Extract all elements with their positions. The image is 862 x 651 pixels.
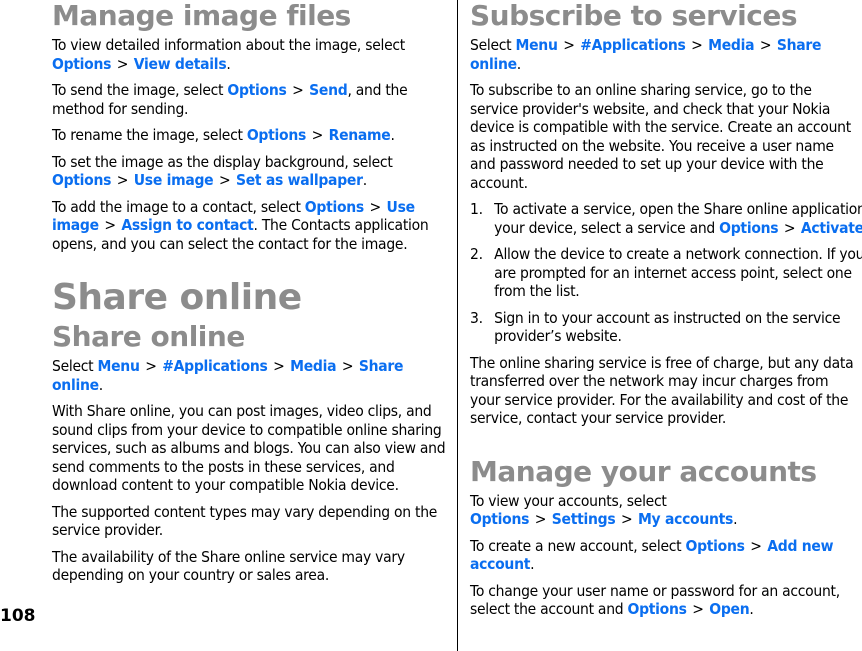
- paragraph: With Share online, you can post images, …: [52, 402, 446, 494]
- path-separator: >: [341, 357, 354, 375]
- steps-list: 1. To activate a service, open the Share …: [470, 200, 862, 346]
- path-separator: >: [783, 218, 796, 237]
- paragraph: To change your user name or password for…: [470, 581, 840, 619]
- menu-path-item: Rename: [328, 126, 391, 144]
- paragraph: Select Menu > #Applications > Media > Share on…: [470, 36, 822, 73]
- list-item: 3. Sign in to your account as instructed …: [470, 308, 841, 346]
- path-separator: >: [218, 171, 231, 189]
- path-separator: >: [620, 510, 633, 528]
- menu-path-item: Options: [227, 81, 287, 99]
- menu-path-item: Set as wallpaper: [235, 171, 363, 189]
- menu-path-item: Send: [309, 81, 348, 99]
- menu-path-item: Use image: [133, 171, 214, 189]
- menu-path-item: Media: [708, 36, 755, 54]
- paragraph: To send the image, select Options > Send, …: [52, 81, 408, 118]
- column-divider: [457, 0, 458, 651]
- paragraph: Select Menu > #Applications > Media > Share on…: [52, 357, 404, 394]
- path-separator: >: [292, 81, 304, 99]
- path-separator: >: [311, 126, 324, 144]
- page-number: 108: [0, 606, 36, 626]
- paragraph: To rename the image, select Options > Rena…: [52, 126, 395, 144]
- list-item: 2. Allow the device to create a network c…: [470, 245, 862, 300]
- menu-path-item: Menu: [97, 357, 140, 375]
- menu-path-item: Activate: [800, 218, 862, 237]
- left-column: Manage image files To view detailed info…: [52, 0, 450, 585]
- path-separator: >: [692, 600, 704, 618]
- path-separator: >: [104, 216, 116, 234]
- section-title-share-online: Share online: [52, 320, 245, 353]
- section-title-manage-image-files: Manage image files: [52, 0, 351, 32]
- menu-path-item: Options: [304, 197, 364, 216]
- path-separator: >: [759, 36, 772, 54]
- menu-path-item: Options: [52, 54, 112, 73]
- path-separator: >: [116, 54, 129, 73]
- list-number: 3.: [470, 308, 483, 327]
- menu-path-item: Assign to contact: [121, 216, 254, 234]
- menu-path-item: Options: [52, 171, 112, 189]
- paragraph: To view your accounts, select Options > Se…: [470, 491, 738, 529]
- path-separator: >: [369, 197, 382, 216]
- path-separator: >: [534, 510, 547, 528]
- chapter-title-share-online: Share online: [52, 277, 302, 318]
- paragraph: To subscribe to an online sharing servic…: [470, 81, 851, 192]
- path-separator: >: [563, 36, 575, 54]
- menu-path-item: My accounts: [637, 510, 734, 528]
- menu-path-item: #Applications: [162, 357, 268, 375]
- list-number: 2.: [470, 245, 483, 263]
- menu-path-item: Menu: [515, 36, 558, 54]
- menu-path-item: Options: [246, 126, 307, 144]
- path-separator: >: [273, 357, 285, 375]
- paragraph: The availability of the Share online ser…: [52, 547, 405, 585]
- list-item: 1. To activate a service, open the Share …: [470, 200, 862, 237]
- path-separator: >: [691, 36, 703, 54]
- menu-path-item: Add new account: [470, 536, 834, 574]
- path-separator: >: [145, 357, 157, 375]
- menu-path-item: Options: [685, 536, 745, 555]
- paragraph: The online sharing service is free of ch…: [470, 353, 854, 428]
- menu-path-item: Open: [709, 600, 750, 618]
- menu-path-item: #Applications: [580, 36, 686, 54]
- menu-path-item: Settings: [551, 510, 616, 528]
- path-separator: >: [116, 171, 129, 189]
- section-title-subscribe: Subscribe to services: [470, 0, 798, 32]
- paragraph: To set the image as the display backgrou…: [52, 152, 393, 190]
- paragraph: To view detailed information about the i…: [52, 36, 405, 73]
- right-column: Subscribe to services Select Menu > #Appli…: [470, 0, 862, 619]
- menu-path-item: Options: [719, 218, 779, 237]
- menu-path-item: Options: [627, 600, 687, 618]
- menu-path-item: Options: [470, 510, 530, 528]
- paragraph: To add the image to a contact, select Op…: [52, 197, 429, 253]
- paragraph: To create a new account, select Options >…: [470, 536, 834, 574]
- list-number: 1.: [470, 200, 483, 218]
- path-separator: >: [750, 536, 762, 555]
- section-title-manage-accounts: Manage your accounts: [470, 454, 817, 488]
- menu-path-item: Media: [290, 357, 337, 375]
- paragraph: The supported content types may vary dep…: [52, 502, 438, 540]
- menu-path-item: View details: [133, 54, 227, 73]
